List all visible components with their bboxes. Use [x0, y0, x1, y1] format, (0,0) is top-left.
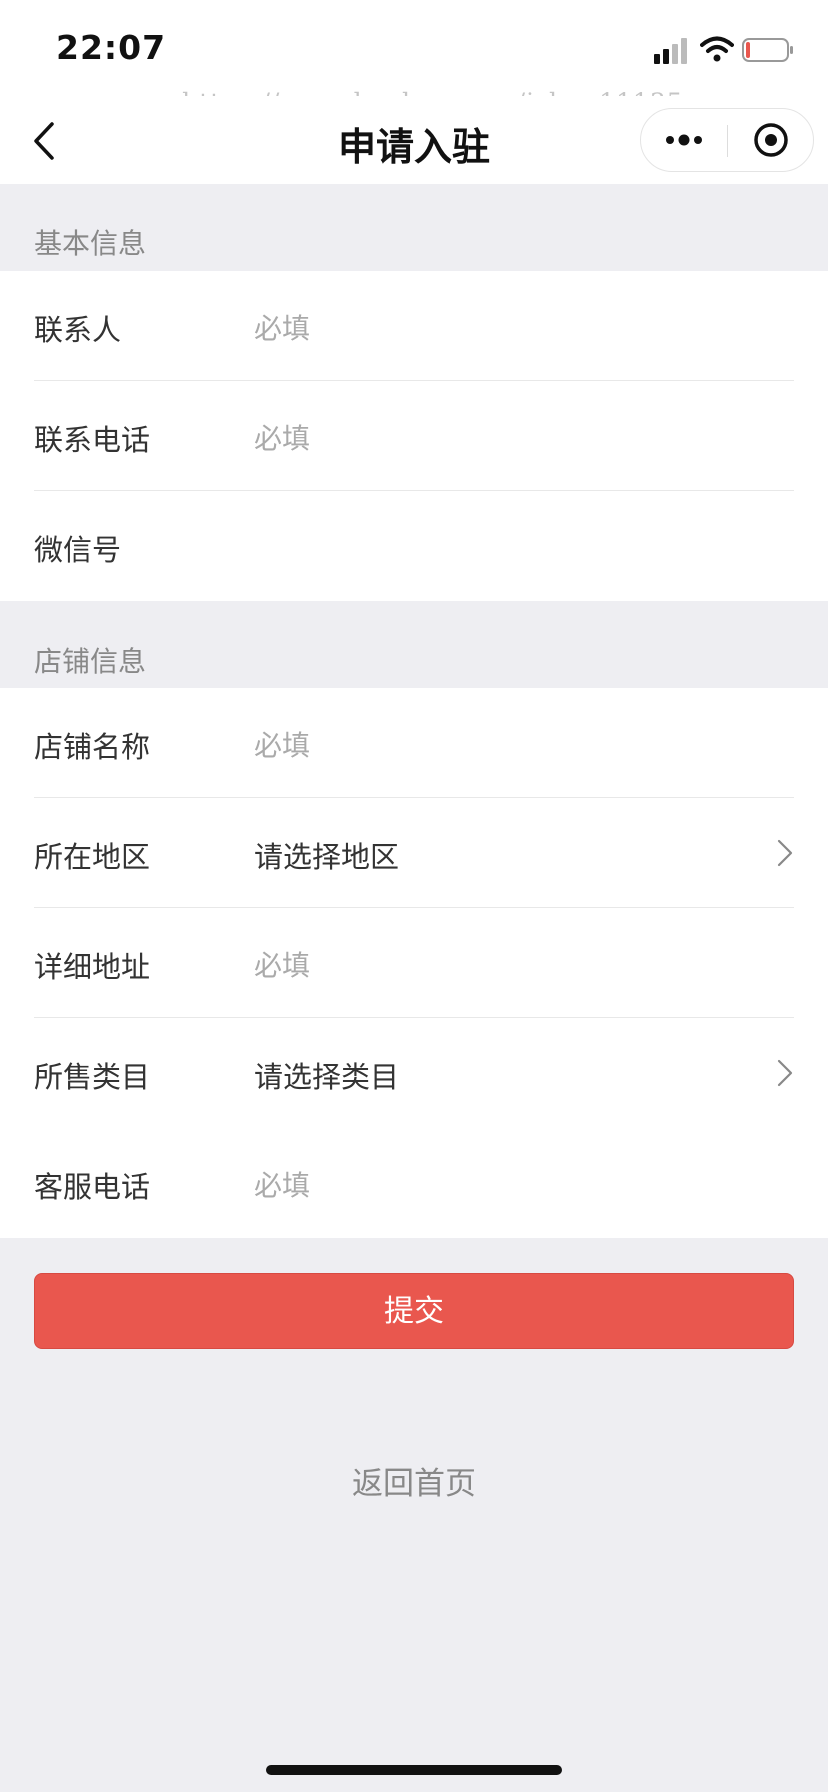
detail-address-input[interactable]: 必填 [254, 944, 310, 984]
wechat-id-row[interactable]: 微信号 [34, 491, 794, 601]
region-row[interactable]: 所在地区 请选择地区 [34, 798, 794, 908]
detail-address-row[interactable]: 详细地址 必填 [34, 908, 794, 1018]
submit-button[interactable]: 提交 [34, 1273, 794, 1349]
wifi-icon [700, 36, 734, 62]
contact-person-input[interactable]: 必填 [254, 307, 310, 347]
row-label: 联系人 [34, 313, 122, 347]
service-phone-row[interactable]: 客服电话 必填 [34, 1128, 794, 1238]
home-indicator [266, 1765, 562, 1775]
row-label: 店铺名称 [34, 730, 151, 764]
category-select[interactable]: 请选择类目 [254, 1054, 399, 1096]
section-header-basic: 基本信息 [34, 227, 147, 260]
shop-info-group: 店铺名称 必填 所在地区 请选择地区 详细地址 必填 所售类目 请选择类目 客服… [0, 688, 828, 1238]
mini-program-capsule [640, 108, 814, 172]
signal-icon [654, 38, 687, 64]
contact-person-row[interactable]: 联系人 必填 [34, 271, 794, 381]
service-phone-input[interactable]: 必填 [254, 1164, 310, 1204]
battery-icon [742, 38, 793, 62]
contact-phone-row[interactable]: 联系电话 必填 [34, 381, 794, 491]
status-bar: 22:07 [0, 0, 828, 96]
row-label: 联系电话 [34, 423, 151, 457]
row-label: 微信号 [34, 533, 122, 567]
row-label: 所售类目 [34, 1060, 151, 1094]
section-header-shop: 店铺信息 [34, 645, 147, 678]
target-close-icon [754, 123, 788, 157]
region-select[interactable]: 请选择地区 [254, 834, 399, 876]
row-label: 所在地区 [34, 840, 151, 874]
nav-bar: 申请入驻 [0, 96, 828, 184]
row-label: 详细地址 [34, 950, 151, 984]
shop-name-input[interactable]: 必填 [254, 724, 310, 764]
more-dots-icon [666, 134, 702, 146]
chevron-right-icon [777, 1059, 793, 1087]
basic-info-group: 联系人 必填 联系电话 必填 微信号 [0, 271, 828, 601]
status-time: 22:07 [56, 28, 167, 67]
category-row[interactable]: 所售类目 请选择类目 [34, 1018, 794, 1128]
row-label: 客服电话 [34, 1170, 151, 1204]
chevron-right-icon [777, 839, 793, 867]
close-mini-program-button[interactable] [728, 109, 814, 171]
contact-phone-input[interactable]: 必填 [254, 417, 310, 457]
back-to-home-link[interactable]: 返回首页 [0, 1458, 828, 1503]
shop-name-row[interactable]: 店铺名称 必填 [34, 688, 794, 798]
more-button[interactable] [641, 109, 727, 171]
